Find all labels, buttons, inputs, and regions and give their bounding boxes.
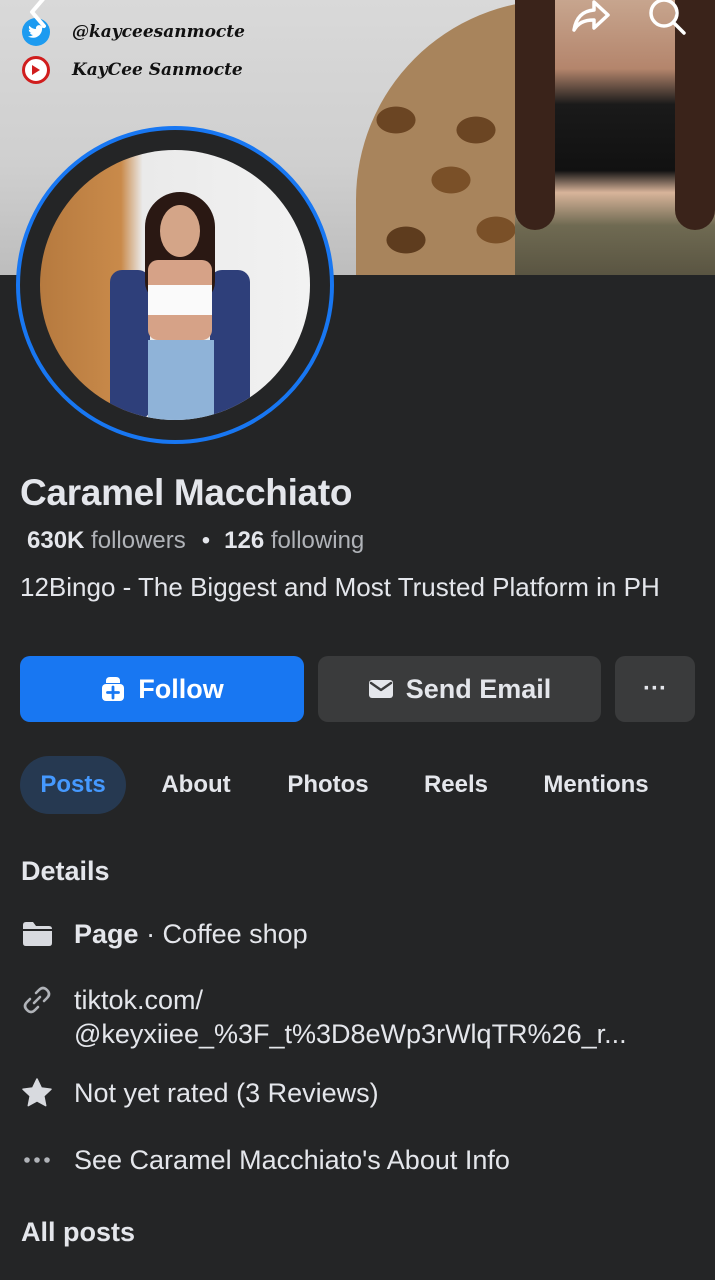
tab-about[interactable]: About: [144, 756, 248, 814]
follow-stats: 630K followers • 126 following: [27, 527, 364, 555]
share-button[interactable]: [570, 0, 610, 34]
tab-reels[interactable]: Reels: [410, 756, 502, 814]
about-info-row[interactable]: See Caramel Macchiato's About Info: [20, 1143, 510, 1177]
search-button[interactable]: [644, 0, 686, 35]
follow-label: Follow: [138, 673, 224, 704]
cover-hair: [515, 0, 555, 230]
tab-mentions[interactable]: Mentions: [526, 756, 666, 814]
more-dots-icon: [20, 1143, 54, 1177]
star-icon: [20, 1076, 54, 1110]
page-bio: 12Bingo - The Biggest and Most Trusted P…: [20, 572, 660, 602]
youtube-name: KayCee Sanmocte: [72, 60, 243, 80]
tab-posts[interactable]: Posts: [20, 756, 126, 814]
followers-label[interactable]: followers: [91, 527, 186, 555]
profile-picture[interactable]: [16, 126, 334, 444]
link-icon: [20, 983, 54, 1017]
website-row[interactable]: tiktok.com/ @keyxiiee_%3F_t%3D8eWp3rWlqT…: [20, 983, 627, 1051]
rating-link[interactable]: Not yet rated (3 Reviews): [74, 1076, 379, 1110]
followers-count[interactable]: 630K: [27, 527, 84, 555]
send-email-button[interactable]: Send Email: [318, 656, 601, 722]
following-count[interactable]: 126: [224, 527, 264, 555]
avatar-face: [160, 205, 200, 257]
about-info-link[interactable]: See Caramel Macchiato's About Info: [74, 1143, 510, 1177]
envelope-icon: [368, 680, 393, 698]
page-name: Caramel Macchiato: [20, 472, 353, 513]
website-link-line1[interactable]: tiktok.com/: [74, 983, 627, 1017]
avatar-jacket: [210, 270, 250, 420]
avatar-top: [148, 285, 212, 315]
more-options-button[interactable]: ···: [615, 656, 695, 722]
avatar-jacket: [110, 270, 150, 420]
back-arrow-icon: [30, 0, 46, 28]
search-icon: [649, 0, 686, 35]
follow-button[interactable]: Follow: [20, 656, 304, 722]
avatar-jeans: [148, 340, 214, 420]
send-email-label: Send Email: [405, 673, 552, 704]
youtube-row: KayCee Sanmocte: [22, 56, 243, 84]
details-heading: Details: [21, 856, 110, 886]
all-posts-heading: All posts: [21, 1217, 136, 1247]
page-flag-icon: [20, 917, 54, 951]
tab-photos[interactable]: Photos: [270, 756, 386, 814]
avatar-image: [40, 150, 310, 420]
page-type-label: Page: [74, 919, 139, 949]
following-label[interactable]: following: [271, 527, 364, 555]
follow-page-icon: [102, 677, 125, 701]
separator-dot: •: [201, 527, 211, 554]
back-button[interactable]: [18, 0, 58, 36]
youtube-icon: [22, 56, 50, 84]
share-icon: [572, 0, 610, 32]
page-category-row: Page · Coffee shop: [20, 917, 308, 951]
page-category: · Coffee shop: [146, 919, 308, 949]
rating-row[interactable]: Not yet rated (3 Reviews): [20, 1076, 379, 1110]
twitter-handle: @kayceesanmocte: [72, 22, 245, 42]
more-dots-icon: ···: [643, 675, 667, 702]
website-link-line2[interactable]: @keyxiiee_%3F_t%3D8eWp3rWlqTR%26_r...: [74, 1017, 627, 1051]
